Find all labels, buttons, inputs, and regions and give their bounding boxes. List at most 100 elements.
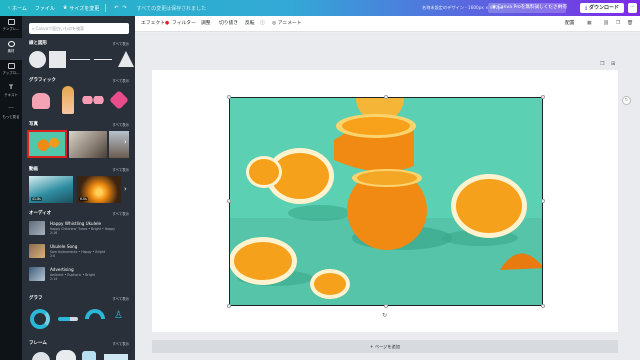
section-videos: 動画 すべて表示 [29, 167, 129, 173]
animate-button[interactable]: ◎ アニメート [272, 16, 302, 32]
try-pro-button[interactable]: ♛ Canva Proを無料試しください [488, 3, 567, 13]
download-button[interactable]: ⤓ ダウンロード [580, 3, 624, 13]
copy-page-icon[interactable]: ❐ [600, 61, 604, 67]
audio-cover [29, 267, 45, 281]
add-page-button[interactable]: + ページを追加 [152, 340, 618, 353]
save-status: すべての変更は保存されました [136, 5, 207, 12]
resize-handle-se[interactable] [541, 304, 545, 308]
resize-handle-w[interactable] [227, 199, 231, 203]
see-all-link[interactable]: すべて表示 [112, 296, 129, 302]
resize-handle-ne[interactable] [541, 95, 545, 99]
rail-item-more[interactable]: ··· もっと見る [0, 104, 22, 126]
audio-tags: Sam Instruments • Happy • Bright [50, 250, 106, 254]
try-pro-label: Canva Proを無料試しください [497, 5, 563, 10]
chart-people[interactable]: ♙ [114, 310, 123, 321]
shape-square[interactable] [49, 51, 66, 68]
photo-thumb-table[interactable] [69, 131, 107, 158]
section-title: グラフ [29, 296, 43, 301]
graphic-figure[interactable] [62, 86, 74, 114]
refresh-icon[interactable]: ↻ [622, 96, 631, 105]
audio-track[interactable]: Happy Whistling Ukulele Happy Childrens'… [29, 218, 129, 238]
shape-line[interactable] [70, 59, 90, 60]
crown-icon: ♛ [492, 5, 497, 10]
resize-handle-sw[interactable] [227, 304, 231, 308]
download-icon: ⤓ [585, 5, 588, 11]
rail-label: テンプレ… [2, 27, 20, 31]
chart-progress-bar[interactable] [58, 317, 78, 321]
resize-handle-n[interactable] [384, 95, 388, 99]
video-duration: 6.0s [79, 197, 88, 201]
crown-icon: ♛ [62, 5, 68, 11]
rail-item-text[interactable]: T テキスト [0, 82, 22, 104]
graphic-heart[interactable] [109, 90, 129, 110]
see-all-link[interactable]: すべて表示 [112, 211, 129, 217]
crop-button[interactable]: 切り抜き [219, 16, 238, 32]
see-all-link[interactable]: すべて表示 [112, 341, 129, 347]
see-all-link[interactable]: すべて表示 [112, 78, 129, 84]
frame-scalloped[interactable] [56, 350, 76, 360]
adjust-button[interactable]: 調整 [201, 16, 211, 32]
chevron-right-icon[interactable]: › [124, 185, 127, 193]
search-input[interactable]: ⌕ Canvaで面白いものを検索 [29, 23, 129, 34]
transparency-icon[interactable]: ▦ [587, 16, 592, 32]
redo-icon[interactable]: ↷ [122, 5, 126, 11]
audio-track[interactable]: Advertising Ambient • Euphoric • Bright … [29, 264, 129, 284]
rail-item-elements[interactable]: 素材 [0, 38, 22, 60]
chart-donut[interactable] [30, 309, 50, 329]
editor-toolbar: エフェクト● フィルター 調整 切り抜き 反転 ⓘ ◎ アニメート 配置 ▦ ⛓… [135, 16, 640, 32]
file-menu[interactable]: ファイル [35, 5, 55, 12]
rail-label: アップロ… [2, 71, 20, 75]
chart-gauge[interactable] [85, 309, 105, 319]
oranges-photo [230, 98, 542, 305]
trash-icon[interactable]: 🗑 [627, 16, 633, 32]
graphic-bag[interactable] [32, 93, 50, 109]
more-options-button[interactable]: ··· [628, 3, 637, 13]
arrange-button[interactable]: 配置 [565, 16, 575, 32]
frame-circle[interactable] [32, 352, 50, 360]
shape-triangle[interactable] [118, 51, 134, 67]
video-thumb-waterfall[interactable]: 41.8s [29, 176, 73, 203]
shape-arrow[interactable] [94, 59, 112, 60]
resize-handle-e[interactable] [541, 199, 545, 203]
file-label: ファイル [34, 5, 55, 12]
see-all-link[interactable]: すべて表示 [112, 41, 129, 47]
rotate-icon[interactable]: ↻ [382, 312, 387, 319]
audio-title: Advertising [50, 267, 74, 272]
section-charts: グラフ すべて表示 [29, 296, 129, 302]
see-all-link[interactable]: すべて表示 [112, 122, 129, 128]
animate-label: アニメート [277, 21, 302, 26]
link-icon[interactable]: ⛓ [603, 16, 609, 32]
home-label: ホーム [12, 5, 27, 12]
frame-phone[interactable] [82, 351, 96, 360]
text-icon: T [8, 84, 14, 91]
audio-track[interactable]: Ukulele Song Sam Instruments • Happy • B… [29, 241, 129, 261]
audio-tags: Happy Childrens' Tunes • Bright • Happy [50, 227, 116, 231]
effects-button[interactable]: エフェクト● [141, 16, 169, 32]
elements-panel: ⌕ Canvaで面白いものを検索 線と図形 すべて表示 グラフィック すべて表示… [22, 16, 135, 360]
add-page-icon[interactable]: ⊞ [611, 61, 615, 67]
elements-icon [7, 41, 15, 47]
rail-item-uploads[interactable]: アップロ… [0, 60, 22, 82]
selected-photo[interactable] [229, 97, 543, 306]
video-thumb-fire[interactable]: 6.0s [77, 176, 121, 203]
photo-thumb-oranges[interactable] [27, 130, 67, 158]
audio-duration: 2:16 [50, 231, 58, 235]
undo-icon[interactable]: ↶ [114, 5, 118, 11]
resize-handle-nw[interactable] [227, 95, 231, 99]
resize-button[interactable]: ♛ サイズを変更 [63, 5, 99, 12]
chevron-right-icon[interactable]: › [124, 138, 127, 146]
resize-handle-s[interactable] [384, 304, 388, 308]
home-button[interactable]: ‹ ホーム [8, 5, 27, 12]
shape-circle[interactable] [29, 51, 46, 68]
frame-laptop[interactable] [104, 354, 128, 360]
info-icon[interactable]: ⓘ [260, 16, 265, 32]
copy-icon[interactable]: ❐ [616, 16, 620, 32]
see-all-link[interactable]: すべて表示 [112, 167, 129, 173]
rail-label: 素材 [7, 49, 15, 53]
rail-item-templates[interactable]: テンプレ… [0, 16, 22, 38]
flip-button[interactable]: 反転 [245, 16, 255, 32]
share-button[interactable]: 共有 [558, 3, 567, 13]
filter-button[interactable]: フィルター [172, 16, 196, 32]
graphic-glasses[interactable] [82, 96, 104, 104]
resize-label: サイズを変更 [69, 5, 100, 12]
